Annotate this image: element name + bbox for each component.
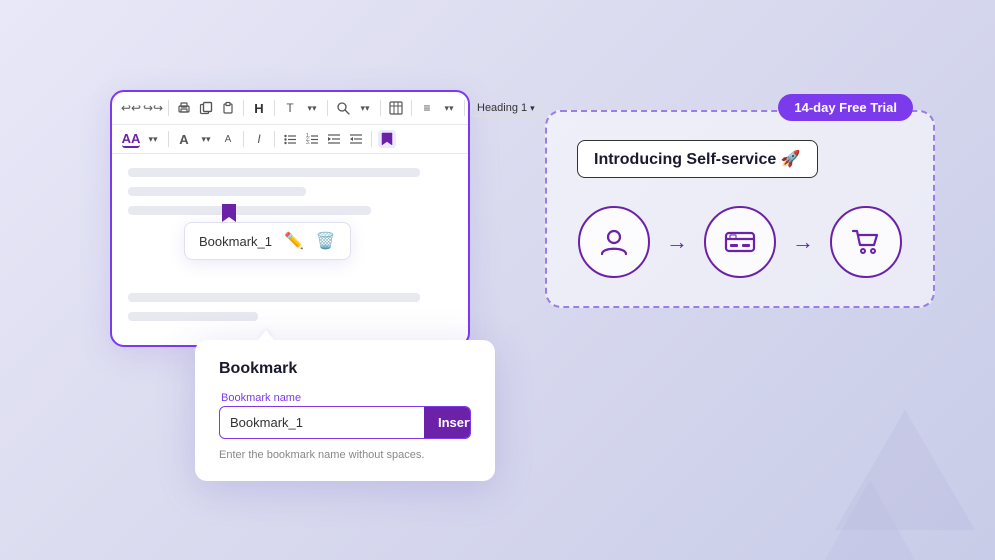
self-service-title-text: Introducing Self-service 🚀 — [594, 149, 801, 169]
italic-icon[interactable]: I — [250, 130, 268, 148]
separator-2 — [243, 100, 244, 116]
svg-text:3.: 3. — [306, 140, 310, 146]
separator-5 — [380, 100, 381, 116]
text-format-chevron[interactable]: ▾ — [303, 99, 321, 117]
indent-icon[interactable] — [325, 130, 343, 148]
bg-decoration-2 — [825, 480, 915, 560]
editor-panel: ↩ ↪ H T ▾ — [110, 90, 470, 347]
font-size-up-icon[interactable]: A — [175, 130, 193, 148]
content-line-4 — [128, 293, 420, 302]
separator-7 — [464, 100, 465, 116]
bookmark-hint-text: Enter the bookmark name without spaces. — [219, 449, 471, 461]
undo-icon[interactable]: ↩ — [122, 99, 140, 117]
font-color-chevron[interactable]: ▾ — [144, 130, 162, 148]
flow-arrow-1: → — [666, 229, 688, 255]
right-panel: 14-day Free Trial Introducing Self-servi… — [545, 110, 935, 308]
copy-icon[interactable] — [197, 99, 215, 117]
bookmark-popup: Bookmark_1 ✏️ 🗑️ — [184, 222, 351, 260]
separator-1 — [168, 100, 169, 116]
text-format-icon[interactable]: T — [281, 99, 299, 117]
content-line-5 — [128, 312, 258, 321]
flow-icon-cart — [830, 206, 902, 278]
font-size-chevron[interactable]: ▾ — [197, 130, 215, 148]
separator-4 — [327, 100, 328, 116]
toolbar-row1: ↩ ↪ H T ▾ — [112, 92, 468, 125]
separator-6 — [411, 100, 412, 116]
print-icon[interactable] — [175, 99, 193, 117]
outdent-icon[interactable] — [347, 130, 365, 148]
dialog-arrow — [258, 330, 274, 340]
redo-icon[interactable]: ↪ — [144, 99, 162, 117]
search-chevron[interactable]: ▾ — [356, 99, 374, 117]
bookmark-dialog: Bookmark Bookmark name Insert Enter the … — [195, 340, 495, 481]
heading-select[interactable]: Heading 1 ▾ — [471, 99, 541, 117]
bookmark-name-input[interactable] — [220, 407, 416, 438]
flow-icon-person — [578, 206, 650, 278]
toolbar-row2: A ▾ A ▾ A I 1. 2. 3. — [112, 125, 468, 154]
content-line-2 — [128, 187, 306, 196]
self-service-title: Introducing Self-service 🚀 — [577, 140, 818, 178]
numbered-list-icon[interactable]: 1. 2. 3. — [303, 130, 321, 148]
heading-select-chevron: ▾ — [530, 103, 535, 114]
content-line-3 — [128, 206, 371, 215]
bookmark-edit-icon[interactable]: ✏️ — [284, 231, 304, 251]
paste-icon[interactable] — [219, 99, 237, 117]
heading-icon[interactable]: H — [250, 99, 268, 117]
bookmark-input-label: Bookmark name — [219, 392, 471, 404]
bookmark-toolbar-icon[interactable] — [378, 130, 396, 148]
more-chevron[interactable]: ▾ — [440, 99, 458, 117]
bookmark-popup-name: Bookmark_1 — [199, 234, 272, 249]
font-color-icon[interactable]: A — [122, 130, 140, 148]
search-icon[interactable] — [334, 99, 352, 117]
bookmark-dialog-title: Bookmark — [219, 360, 471, 378]
bookmark-delete-icon[interactable]: 🗑️ — [316, 231, 336, 251]
heading-select-label: Heading 1 — [477, 102, 527, 114]
separator-11 — [371, 131, 372, 147]
flow-icon-card — [704, 206, 776, 278]
bookmark-insert-button[interactable]: Insert — [424, 407, 471, 438]
separator-3 — [274, 100, 275, 116]
font-size-small-icon[interactable]: A — [219, 130, 237, 148]
trial-badge: 14-day Free Trial — [778, 94, 913, 121]
separator-10 — [274, 131, 275, 147]
bookmark-icon — [220, 202, 238, 224]
flow-icons-container: → → — [577, 206, 903, 278]
more-icon[interactable]: ≡ — [418, 99, 436, 117]
editor-content: Bookmark_1 ✏️ 🗑️ — [112, 154, 468, 345]
separator-9 — [243, 131, 244, 147]
separator-8 — [168, 131, 169, 147]
flow-arrow-2: → — [792, 229, 814, 255]
content-line-1 — [128, 168, 420, 177]
bullet-list-icon[interactable] — [281, 130, 299, 148]
bookmark-input-row: Insert — [219, 406, 471, 439]
table-icon[interactable] — [387, 99, 405, 117]
